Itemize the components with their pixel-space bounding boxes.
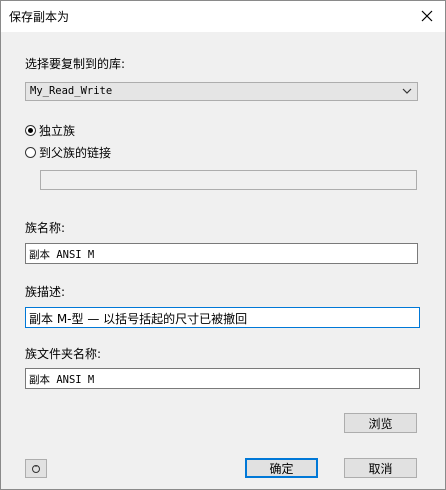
close-icon [421, 10, 433, 22]
help-icon [32, 464, 40, 473]
family-folder-value: 副本 ANSI M [29, 374, 95, 386]
family-description-label: 族描述: [25, 285, 66, 299]
chevron-down-icon [402, 88, 412, 94]
help-button[interactable] [25, 459, 47, 478]
family-name-value: 副本 ANSI M [29, 249, 95, 261]
library-label: 选择要复制到的库: [25, 57, 126, 71]
browse-button[interactable]: 浏览 [344, 413, 417, 433]
radio-parent-link[interactable]: 到父族的链接 [25, 144, 111, 161]
family-name-label: 族名称: [25, 221, 66, 235]
radio-checked-icon [25, 125, 36, 136]
family-folder-label: 族文件夹名称: [25, 347, 102, 361]
save-copy-dialog: 保存副本为 选择要复制到的库: My_Read_Write 独立族 到父族的链接… [0, 0, 446, 490]
window-title: 保存副本为 [9, 10, 70, 24]
radio-standalone-label: 独立族 [39, 124, 76, 138]
close-button[interactable] [415, 5, 439, 27]
radio-standalone-family[interactable]: 独立族 [25, 122, 75, 139]
family-name-input[interactable]: 副本 ANSI M [25, 243, 418, 264]
family-description-value: 副本 M-型 — 以括号括起的尺寸已被撤回 [29, 312, 248, 326]
family-folder-input[interactable]: 副本 ANSI M [25, 368, 420, 389]
cancel-button[interactable]: 取消 [344, 458, 417, 478]
family-description-input[interactable]: 副本 M-型 — 以括号括起的尺寸已被撤回 [25, 307, 420, 328]
radio-unchecked-icon [25, 147, 36, 158]
radio-parent-link-label: 到父族的链接 [39, 146, 112, 160]
library-select[interactable]: My_Read_Write [25, 82, 418, 101]
parent-link-field [40, 170, 417, 190]
ok-button[interactable]: 确定 [245, 458, 318, 478]
title-bar[interactable]: 保存副本为 [1, 1, 445, 32]
library-selected-value: My_Read_Write [30, 85, 113, 97]
